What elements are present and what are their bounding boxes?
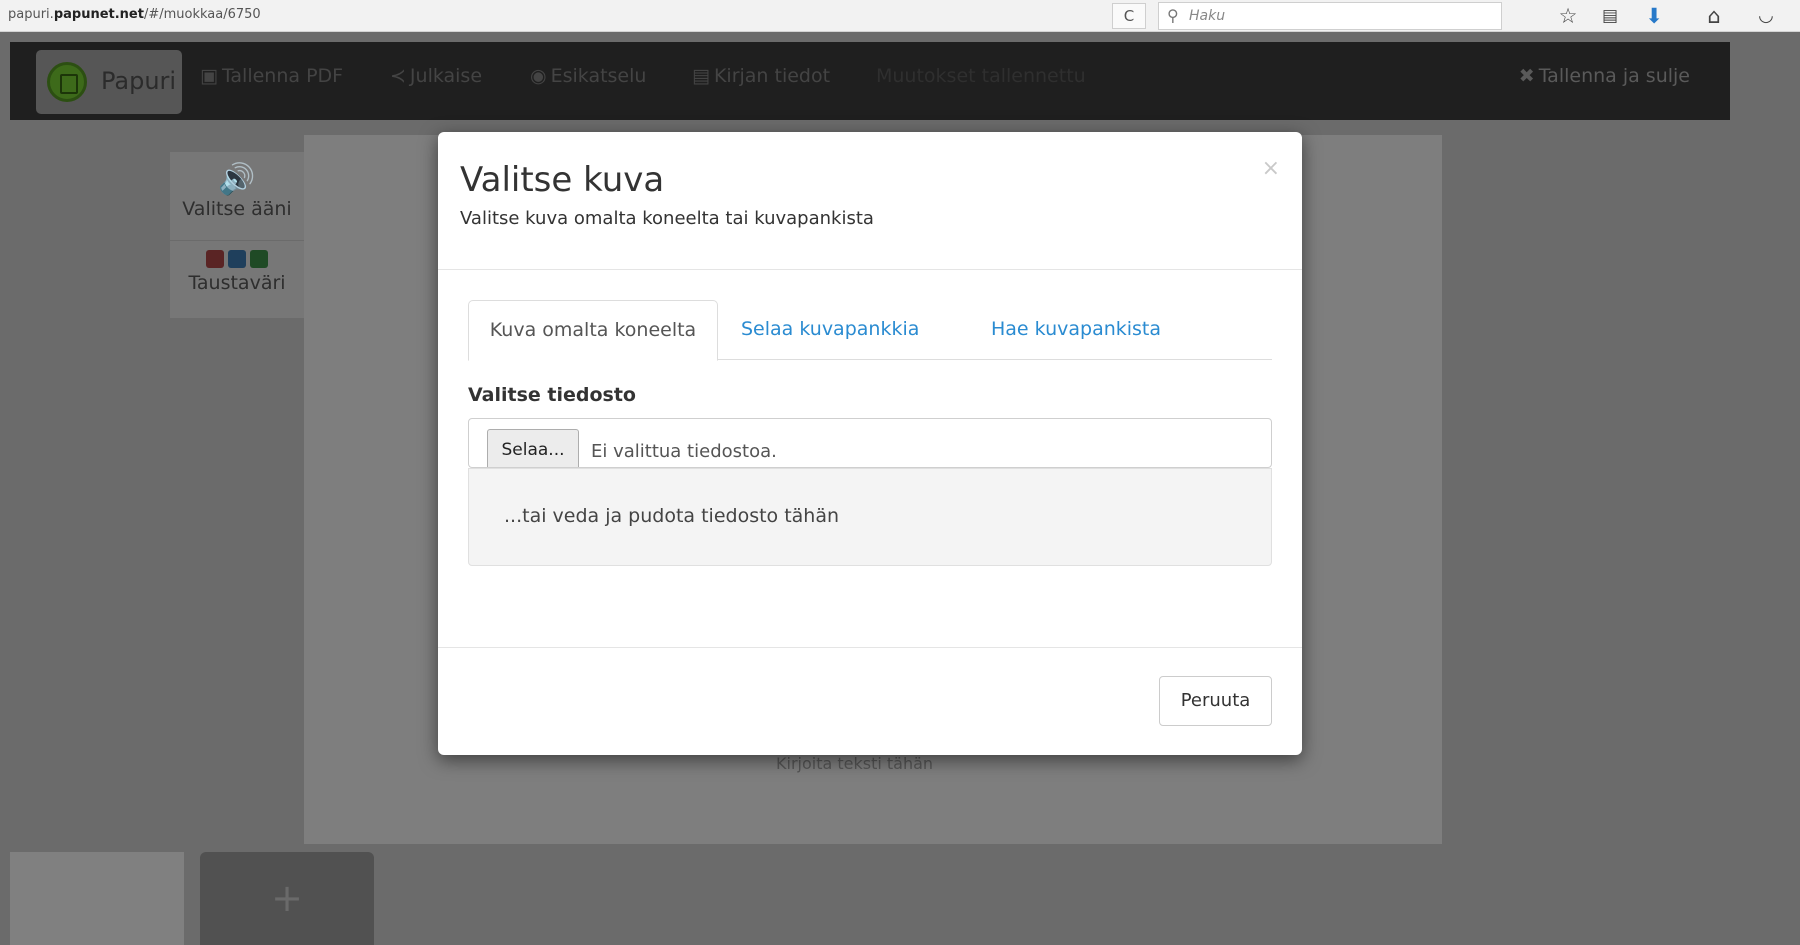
document-icon: ▤ [692,65,710,87]
pdf-icon: ▣ [200,65,218,87]
drop-zone-text: ...tai veda ja pudota tiedosto tähän [504,505,840,527]
tab-browse-image-bank[interactable]: Selaa kuvapankkia [718,300,942,360]
address-bar[interactable]: papuri.papunet.net/#/muokkaa/6750 [8,7,261,22]
add-page-button[interactable]: + [200,852,374,945]
blue-swatch [228,250,246,268]
file-status: Ei valittua tiedostoa. [591,441,777,462]
canvas-text-placeholder[interactable]: Kirjoita teksti tähän [776,754,933,773]
browser-search-input[interactable]: ⚲ Haku [1158,2,1502,30]
file-input[interactable]: Selaa... Ei valittua tiedostoa. [468,418,1272,468]
dialog-footer: Peruuta [438,647,1302,755]
save-status: Muutokset tallennettu [876,65,1086,87]
browse-file-button[interactable]: Selaa... [487,429,579,467]
red-swatch [206,250,224,268]
papuri-logo-icon [47,62,87,102]
preview-button[interactable]: ◉ Esikatselu [530,65,646,87]
app-frame: Papuri ▣ Tallenna PDF ≺ Julkaise ◉ Esikatse… [10,42,1730,945]
search-placeholder: Haku [1189,8,1226,24]
tab-search-image-bank[interactable]: Hae kuvapankista [968,300,1184,360]
page-thumbnail[interactable] [10,852,184,945]
brand-name: Papuri [101,67,177,95]
tab-local-computer[interactable]: Kuva omalta koneelta [468,300,718,361]
close-icon: ✖ [1518,65,1535,87]
pocket-icon[interactable]: ◡ [1752,4,1780,28]
eye-icon: ◉ [530,65,547,87]
search-icon: ⚲ [1167,6,1179,25]
save-pdf-button[interactable]: ▣ Tallenna PDF [200,65,343,87]
speaker-icon: 🔊 [218,162,256,197]
image-source-tabs: Kuva omalta koneelta Selaa kuvapankkia H… [468,300,1272,361]
browser-toolbar: papuri.papunet.net/#/muokkaa/6750 C ⚲ Ha… [0,0,1800,32]
choose-audio-label: Valitse ääni [182,198,292,220]
green-swatch [250,250,268,268]
save-and-close-button[interactable]: ✖ Tallenna ja sulje [1519,65,1690,87]
dialog-subtitle: Valitse kuva omalta koneelta tai kuvapan… [460,208,874,229]
book-info-button[interactable]: ▤ Kirjan tiedot [692,65,830,87]
file-drop-zone[interactable]: ...tai veda ja pudota tiedosto tähän [468,468,1272,566]
page-background [1732,32,1800,945]
choose-audio-button[interactable]: 🔊 Valitse ääni [170,162,304,220]
choose-image-dialog: Valitse kuva Valitse kuva omalta koneelt… [438,132,1302,755]
star-icon[interactable]: ☆ [1554,4,1582,28]
home-icon[interactable]: ⌂ [1700,4,1728,28]
reading-list-icon[interactable]: ▤ [1596,4,1624,28]
dialog-header: Valitse kuva Valitse kuva omalta koneelt… [438,132,1302,270]
download-icon[interactable]: ⬇ [1640,4,1668,28]
app-toolbar: Papuri ▣ Tallenna PDF ≺ Julkaise ◉ Esikatse… [10,42,1730,120]
side-panel: 🔊 Valitse ääni Taustaväri [170,152,304,318]
background-color-label: Taustaväri [188,272,286,294]
reload-icon[interactable]: C [1112,3,1146,29]
brand-button[interactable]: Papuri [36,50,182,114]
close-icon[interactable]: × [1262,156,1280,181]
dialog-title: Valitse kuva [460,160,665,200]
publish-button[interactable]: ≺ Julkaise [390,65,482,87]
choose-file-label: Valitse tiedosto [468,384,636,406]
share-icon: ≺ [390,65,406,87]
background-color-button[interactable]: Taustaväri [170,250,304,294]
divider [170,240,304,241]
color-swatches [170,250,304,268]
cancel-button[interactable]: Peruuta [1159,676,1272,726]
